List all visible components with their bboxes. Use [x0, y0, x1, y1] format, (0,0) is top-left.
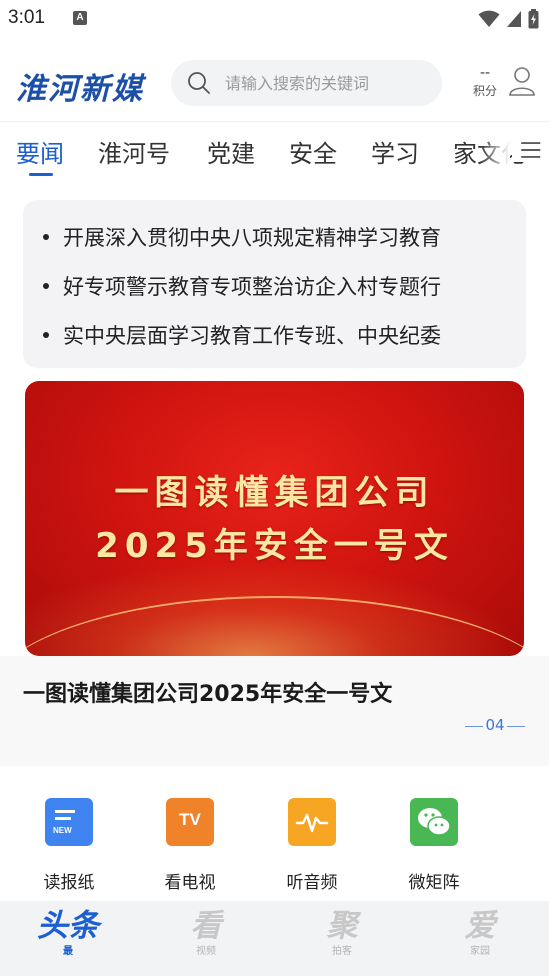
page-number: 04 [485, 716, 505, 734]
search-icon [188, 72, 210, 94]
bullet [43, 332, 49, 338]
app-header: 淮河新媒 -- 积分 [0, 56, 549, 112]
tv-icon: TV [166, 794, 218, 846]
nav-photographers[interactable]: 聚 拍客 [292, 907, 392, 959]
wifi-icon [478, 10, 500, 27]
nav-photographers-sub: 拍客 [332, 946, 352, 957]
nav-video-sub: 视频 [196, 946, 216, 957]
nav-photographers-glyph: 聚 [326, 908, 358, 944]
nav-home-sub: 家园 [470, 946, 490, 957]
ticker-item[interactable]: 实中央层面学习教育工作专班、中央纪委 [43, 315, 505, 355]
cell-signal-icon [507, 11, 521, 27]
wechat-icon [410, 798, 458, 846]
quick-link-label: 听音频 [286, 873, 338, 893]
search-input[interactable] [225, 60, 430, 106]
banner-title-line1: 一图读懂集团公司 [114, 473, 435, 513]
quick-links: NEW 读报纸 TV 看电视 听音频 微矩阵 [0, 784, 549, 898]
news-ticker: 开展深入贯彻中央八项规定精神学习教育 好专项警示教育专项整治访企入村专题行 实中… [23, 200, 526, 368]
indicator-line-left [465, 726, 483, 727]
ticker-item[interactable]: 好专项警示教育专项整治访企入村专题行 [43, 266, 505, 306]
nav-video-glyph: 看 [190, 908, 222, 944]
points-value: -- [479, 65, 491, 81]
nav-home-glyph: 爱 [464, 908, 496, 944]
bottom-nav: 头条 最 看 视频 聚 拍客 爱 家园 [0, 901, 549, 976]
battery-icon [528, 9, 539, 29]
notification-a-icon: A [73, 11, 87, 25]
featured-banner[interactable]: 一图读懂集团公司 2025年安全一号文 [25, 381, 524, 656]
app-logo: 淮河新媒 [16, 72, 144, 107]
nav-headlines-glyph: 头条 [37, 908, 99, 944]
quick-link-label: 看电视 [164, 873, 216, 893]
menu-icon[interactable] [512, 138, 542, 162]
nav-headlines-sub: 最 [63, 946, 73, 957]
status-bar: 3:01 A [0, 0, 549, 38]
quick-link-newspaper[interactable]: NEW 读报纸 [19, 798, 119, 893]
caption-title: 一图读懂集团公司2025年安全一号文 [23, 682, 393, 707]
tab-headlines[interactable]: 要闻 [16, 134, 64, 169]
category-tabs: 要闻 淮河号 党建 安全 学习 家文化 [0, 121, 549, 177]
new-badge: NEW [53, 826, 72, 835]
quick-link-tv[interactable]: TV 看电视 [140, 794, 240, 893]
tab-safety[interactable]: 安全 [289, 134, 337, 169]
search-box[interactable] [171, 60, 442, 106]
newspaper-icon: NEW [41, 798, 93, 850]
ticker-text: 开展深入贯彻中央八项规定精神学习教育 [63, 226, 441, 250]
page-indicator: 04 [465, 716, 525, 736]
nav-headlines[interactable]: 头条 最 [18, 907, 118, 959]
banner-caption[interactable]: 一图读懂集团公司2025年安全一号文 04 [0, 656, 549, 766]
indicator-line-right [507, 726, 525, 727]
user-profile-icon[interactable] [508, 66, 536, 96]
audio-icon [288, 792, 336, 846]
status-time: 3:01 [8, 7, 45, 28]
quick-link-wechat[interactable]: 微矩阵 [384, 798, 484, 893]
bullet [43, 234, 49, 240]
status-icons [478, 8, 539, 30]
points-label: 积分 [472, 84, 497, 98]
ticker-text: 实中央层面学习教育工作专班、中央纪委 [63, 324, 441, 348]
banner-glow [25, 561, 524, 656]
banner-title-line2: 2025年安全一号文 [95, 526, 454, 566]
ticker-item[interactable]: 开展深入贯彻中央八项规定精神学习教育 [43, 217, 505, 257]
tab-party[interactable]: 党建 [207, 134, 255, 169]
nav-home[interactable]: 爱 家园 [430, 907, 530, 959]
tab-huaihe[interactable]: 淮河号 [98, 134, 170, 169]
tv-badge: TV [179, 810, 201, 829]
nav-video[interactable]: 看 视频 [156, 907, 256, 959]
points-display[interactable]: -- 积分 [468, 64, 502, 100]
tab-fade [480, 122, 510, 177]
quick-link-audio[interactable]: 听音频 [262, 792, 362, 893]
quick-link-label: 微矩阵 [408, 873, 460, 893]
bullet [43, 283, 49, 289]
quick-link-label: 读报纸 [43, 873, 95, 893]
tab-study[interactable]: 学习 [371, 134, 419, 169]
active-tab-indicator [29, 173, 53, 176]
ticker-text: 好专项警示教育专项整治访企入村专题行 [63, 275, 441, 299]
